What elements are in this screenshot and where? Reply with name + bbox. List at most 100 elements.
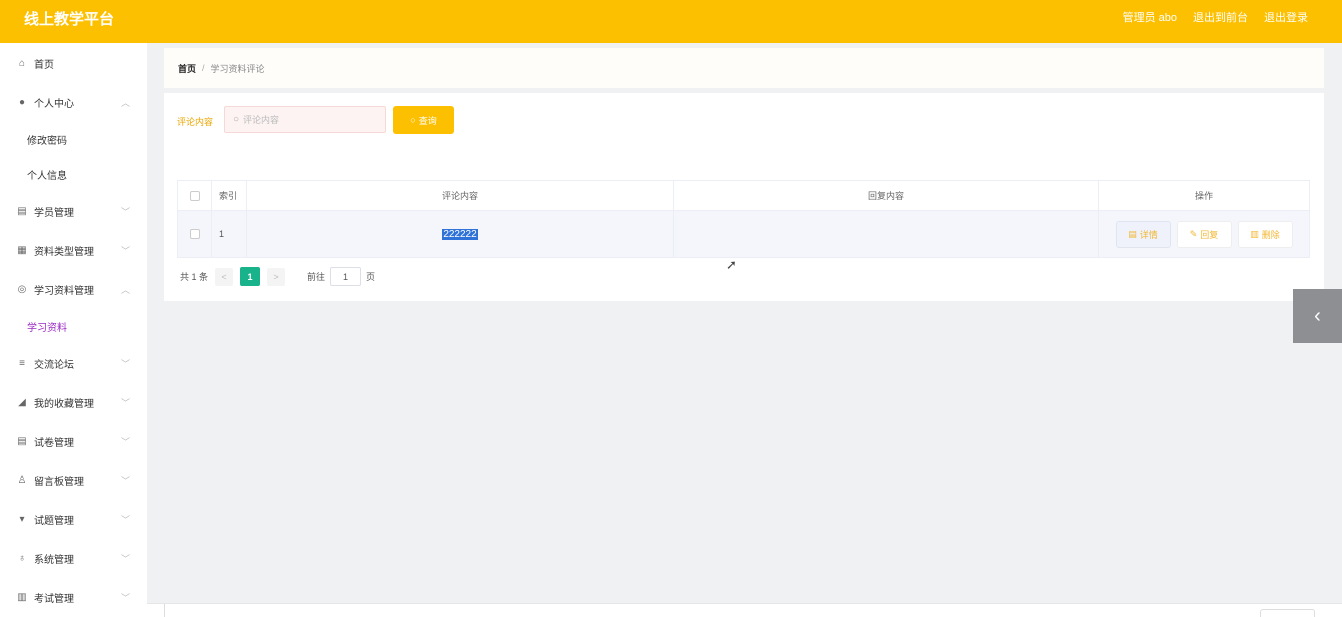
- top-header: 线上教学平台 管理员 abo 退出到前台 退出登录: [0, 0, 1342, 43]
- next-page-button[interactable]: >: [267, 267, 286, 286]
- breadcrumb-separator: /: [202, 63, 205, 73]
- sidebar-item-label: 首页: [34, 59, 54, 71]
- row-checkbox-cell: [177, 211, 212, 257]
- chevron-up-icon: ︿: [120, 98, 130, 108]
- trash-icon: ▥: [1250, 228, 1259, 239]
- pagination: 共 1 条 < 1 > 前往 1 页: [180, 267, 375, 286]
- row-content-cell: 222222: [247, 211, 674, 257]
- sidebar-item-label: 试题管理: [34, 516, 74, 527]
- search-field[interactable]: ○: [224, 106, 386, 133]
- chevron-down-icon: ﹀: [120, 437, 130, 447]
- reply-button-label: 回复: [1200, 229, 1219, 240]
- sidebar-item-home[interactable]: ⌂ 首页: [0, 43, 147, 83]
- chevron-down-icon: ﹀: [120, 515, 130, 525]
- bottom-tab[interactable]: [1260, 609, 1315, 617]
- detail-button[interactable]: ▤ 详情: [1115, 220, 1171, 248]
- sidebar-item-personal-center[interactable]: ● 个人中心 ︿: [0, 83, 147, 122]
- thumb-icon: ◢: [18, 397, 26, 408]
- chevron-left-icon: ‹: [1314, 304, 1321, 327]
- brand-title: 线上教学平台: [24, 11, 115, 28]
- reply-button[interactable]: ✎ 回复: [1176, 220, 1232, 248]
- divider: [164, 604, 165, 617]
- bulb-icon: ♁: [18, 553, 26, 564]
- admin-user-label: 管理员 abo: [1122, 12, 1177, 24]
- breadcrumb-current: 学习资料评论: [210, 63, 265, 74]
- goto-unit: 页: [366, 272, 376, 282]
- detail-button-label: 详情: [1139, 229, 1158, 240]
- sidebar-item-label: 学习资料管理: [34, 286, 94, 297]
- content-card: 评论内容 ○ ○ 查询 索引 评论内容 回复内容 操作 1 222222: [164, 93, 1324, 301]
- sidebar-item-message-board[interactable]: ♙ 留言板管理 ﹀: [0, 461, 147, 500]
- chevron-down-icon: ﹀: [120, 593, 130, 603]
- sidebar-item-label: 学员管理: [34, 208, 74, 219]
- chevron-down-icon: ﹀: [120, 359, 130, 369]
- chevron-down-icon: ﹀: [120, 398, 130, 408]
- sidebar-item-forum[interactable]: ≡ 交流论坛 ﹀: [0, 344, 147, 383]
- header-index: 索引: [212, 181, 247, 210]
- sidebar-item-favorites[interactable]: ◢ 我的收藏管理 ﹀: [0, 383, 147, 422]
- sidebar-item-label: 资料类型管理: [34, 247, 94, 258]
- chevron-down-icon: ﹀: [120, 246, 130, 256]
- sidebar-item-label: 个人中心: [34, 99, 74, 110]
- sidebar-item-study-material[interactable]: 学习资料: [0, 309, 147, 344]
- sidebar-item-label: 留言板管理: [34, 477, 84, 488]
- sidebar-item-personal-info[interactable]: 个人信息: [0, 157, 147, 192]
- bottom-bar: [147, 603, 1342, 617]
- search-icon: ○: [233, 114, 240, 125]
- search-input[interactable]: [243, 114, 374, 125]
- header-reply: 回复内容: [674, 181, 1099, 210]
- sidebar-item-student-management[interactable]: ▤ 学员管理 ﹀: [0, 192, 147, 231]
- sidebar-item-system[interactable]: ♁ 系统管理 ﹀: [0, 539, 147, 578]
- chevron-down-icon: ﹀: [120, 554, 130, 564]
- sidebar-item-exam[interactable]: ▥ 考试管理 ﹀: [0, 578, 147, 617]
- header-actions: 管理员 abo 退出到前台 退出登录: [1123, 9, 1308, 25]
- page-number-button[interactable]: 1: [240, 267, 261, 286]
- sidebar-item-label: 试卷管理: [34, 438, 74, 449]
- header-checkbox-cell: [177, 181, 212, 210]
- person-icon: ♙: [17, 475, 27, 486]
- query-button-label: 查询: [418, 115, 437, 126]
- header-ops: 操作: [1099, 181, 1310, 210]
- user-icon: ●: [18, 97, 26, 108]
- goto-page-input[interactable]: 1: [330, 267, 362, 286]
- sidebar-item-label: 系统管理: [34, 555, 74, 566]
- edit-icon: ✎: [1189, 228, 1198, 239]
- chevron-down-icon: ﹀: [120, 476, 130, 486]
- globe-icon: ◎: [17, 284, 27, 295]
- flag-icon: ▾: [19, 514, 25, 525]
- delete-button[interactable]: ▥ 删除: [1237, 220, 1293, 248]
- back-to-front-link[interactable]: 退出到前台: [1193, 9, 1248, 25]
- prev-page-button[interactable]: <: [215, 267, 234, 286]
- breadcrumb-home[interactable]: 首页: [178, 62, 196, 75]
- sidebar-item-question[interactable]: ▾ 试题管理 ﹀: [0, 500, 147, 539]
- logout-link[interactable]: 退出登录: [1264, 9, 1308, 25]
- row-index: 1: [212, 211, 247, 257]
- chart-icon: ▥: [17, 592, 27, 603]
- pagination-total: 共 1 条: [180, 272, 209, 282]
- sidebar-item-label: 考试管理: [34, 594, 74, 605]
- table-header: 索引 评论内容 回复内容 操作: [177, 180, 1310, 211]
- sidebar-item-material-type[interactable]: ▦ 资料类型管理 ﹀: [0, 231, 147, 270]
- sidebar: ⌂ 首页 ● 个人中心 ︿ 修改密码 个人信息 ▤ 学员管理 ﹀ ▦ 资料类型管…: [0, 43, 147, 617]
- home-icon: ⌂: [18, 57, 26, 69]
- goto-label: 前往: [307, 272, 326, 282]
- grid-icon: ▦: [17, 245, 27, 256]
- query-button[interactable]: ○ 查询: [393, 106, 454, 134]
- list-icon: ≡: [19, 358, 25, 369]
- document-icon: ▤: [1128, 228, 1137, 239]
- row-reply: [674, 211, 1099, 257]
- document-icon: ▤: [17, 436, 27, 447]
- header-content: 评论内容: [247, 181, 674, 210]
- breadcrumb: 首页 / 学习资料评论: [164, 48, 1324, 88]
- clipboard-icon: ▤: [17, 206, 27, 217]
- chevron-down-icon: ﹀: [120, 207, 130, 217]
- row-checkbox[interactable]: [189, 229, 200, 239]
- sidebar-item-change-password[interactable]: 修改密码: [0, 122, 147, 157]
- search-label: 评论内容: [177, 117, 214, 127]
- comment-table: 索引 评论内容 回复内容 操作 1 222222 ▤ 详情 ✎ 回复 ▥ 删除: [177, 180, 1310, 258]
- select-all-checkbox[interactable]: [189, 190, 200, 201]
- sidebar-item-study-material-management[interactable]: ◎ 学习资料管理 ︿: [0, 270, 147, 309]
- side-panel-toggle[interactable]: ‹: [1293, 289, 1342, 343]
- sidebar-item-exam-paper[interactable]: ▤ 试卷管理 ﹀: [0, 422, 147, 461]
- sidebar-item-label: 我的收藏管理: [34, 399, 94, 410]
